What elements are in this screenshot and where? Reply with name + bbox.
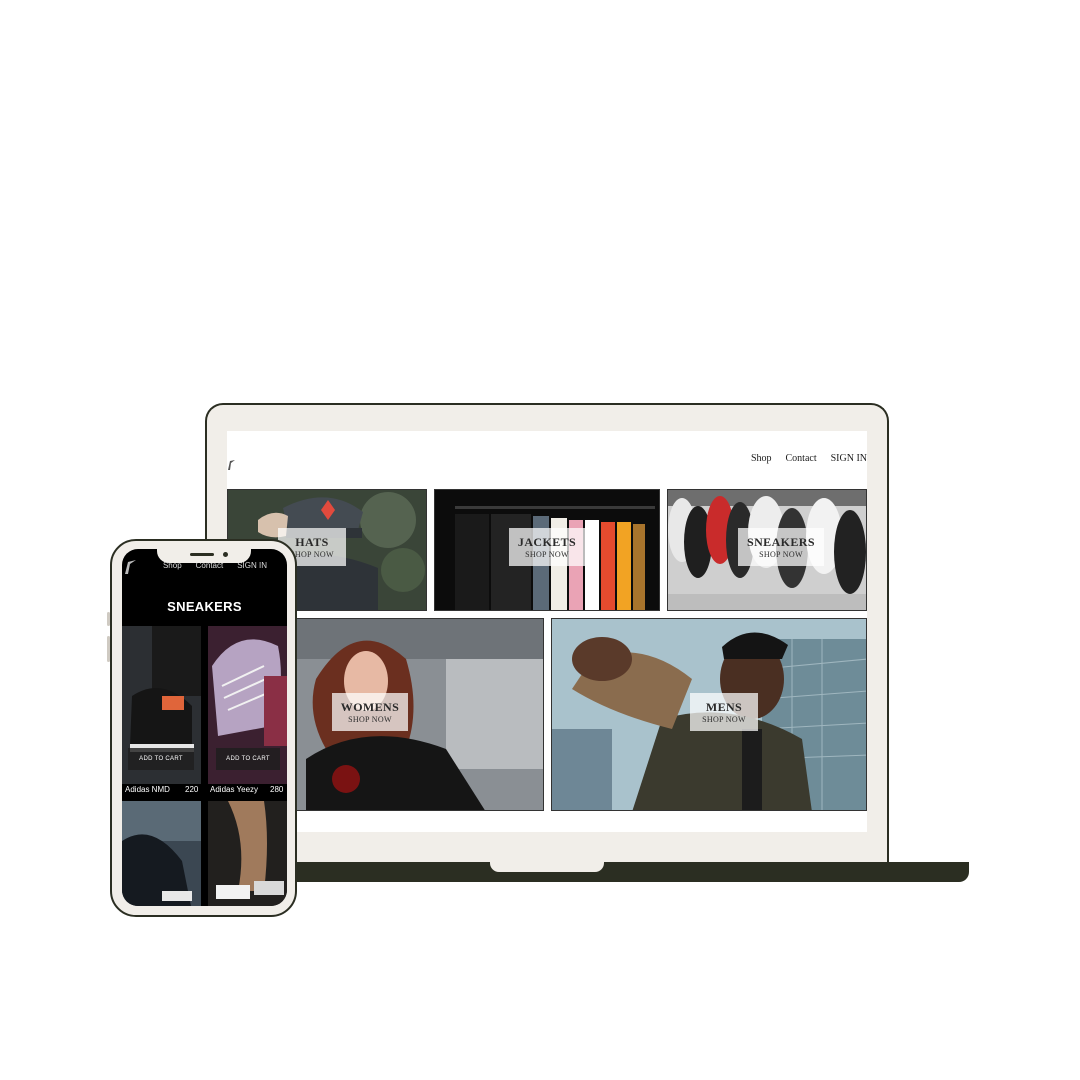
mens-overlay[interactable]: MENS SHOP NOW: [690, 693, 758, 731]
brand-logo-icon[interactable]: [227, 459, 235, 471]
product-photo-fourth: [208, 801, 287, 906]
product-card-nmd[interactable]: ADD TO CART: [122, 626, 201, 784]
phone-camera-icon: [223, 552, 228, 557]
category-tile-sneakers[interactable]: SNEAKERS SHOP NOW: [667, 489, 867, 611]
product-price-yeezy: 280: [270, 785, 284, 794]
nav-sign-in-link[interactable]: SIGN IN: [831, 453, 867, 464]
phone-brand-logo-icon[interactable]: [124, 559, 136, 575]
nav-contact-link[interactable]: Contact: [786, 453, 817, 464]
product-card-third[interactable]: [122, 801, 201, 906]
add-to-cart-button[interactable]: ADD TO CART: [128, 748, 194, 770]
sneakers-overlay[interactable]: SNEAKERS SHOP NOW: [738, 528, 824, 566]
womens-shop-now[interactable]: SHOP NOW: [338, 715, 402, 725]
jackets-shop-now[interactable]: SHOP NOW: [515, 550, 579, 560]
sneakers-title: SNEAKERS: [747, 535, 815, 549]
mens-shop-now[interactable]: SHOP NOW: [696, 715, 752, 725]
womens-title: WOMENS: [340, 700, 400, 714]
phone-screen: Shop Contact SIGN IN SNEAKERS ADD TO CAR…: [122, 549, 287, 906]
jackets-title: JACKETS: [517, 535, 577, 549]
add-to-cart-button[interactable]: ADD TO CART: [216, 748, 280, 770]
phone-page-title: SNEAKERS: [167, 599, 242, 614]
mens-title: MENS: [705, 700, 743, 714]
product-name-nmd: Adidas NMD: [125, 785, 170, 794]
hats-title: HATS: [295, 535, 329, 549]
product-card-fourth[interactable]: [208, 801, 287, 906]
site-nav: Shop Contact SIGN IN: [751, 453, 867, 464]
laptop-screen: Shop Contact SIGN IN HATS SHOP NOW JACKE…: [227, 431, 867, 832]
nav-shop-link[interactable]: Shop: [751, 453, 772, 464]
category-tile-womens[interactable]: WOMENS SHOP NOW: [295, 618, 544, 811]
sneakers-shop-now[interactable]: SHOP NOW: [744, 550, 818, 560]
phone-speaker-icon: [190, 553, 214, 556]
product-name-yeezy: Adidas Yeezy: [210, 785, 259, 794]
category-tile-jackets[interactable]: JACKETS SHOP NOW: [434, 489, 660, 611]
product-card-yeezy[interactable]: ADD TO CART: [208, 626, 287, 784]
womens-overlay[interactable]: WOMENS SHOP NOW: [332, 693, 408, 731]
category-tile-mens[interactable]: MENS SHOP NOW: [551, 618, 867, 811]
product-price-nmd: 220: [185, 785, 199, 794]
jackets-overlay[interactable]: JACKETS SHOP NOW: [509, 528, 585, 566]
product-photo-third: [122, 801, 201, 906]
laptop-opening-notch: [490, 862, 604, 872]
